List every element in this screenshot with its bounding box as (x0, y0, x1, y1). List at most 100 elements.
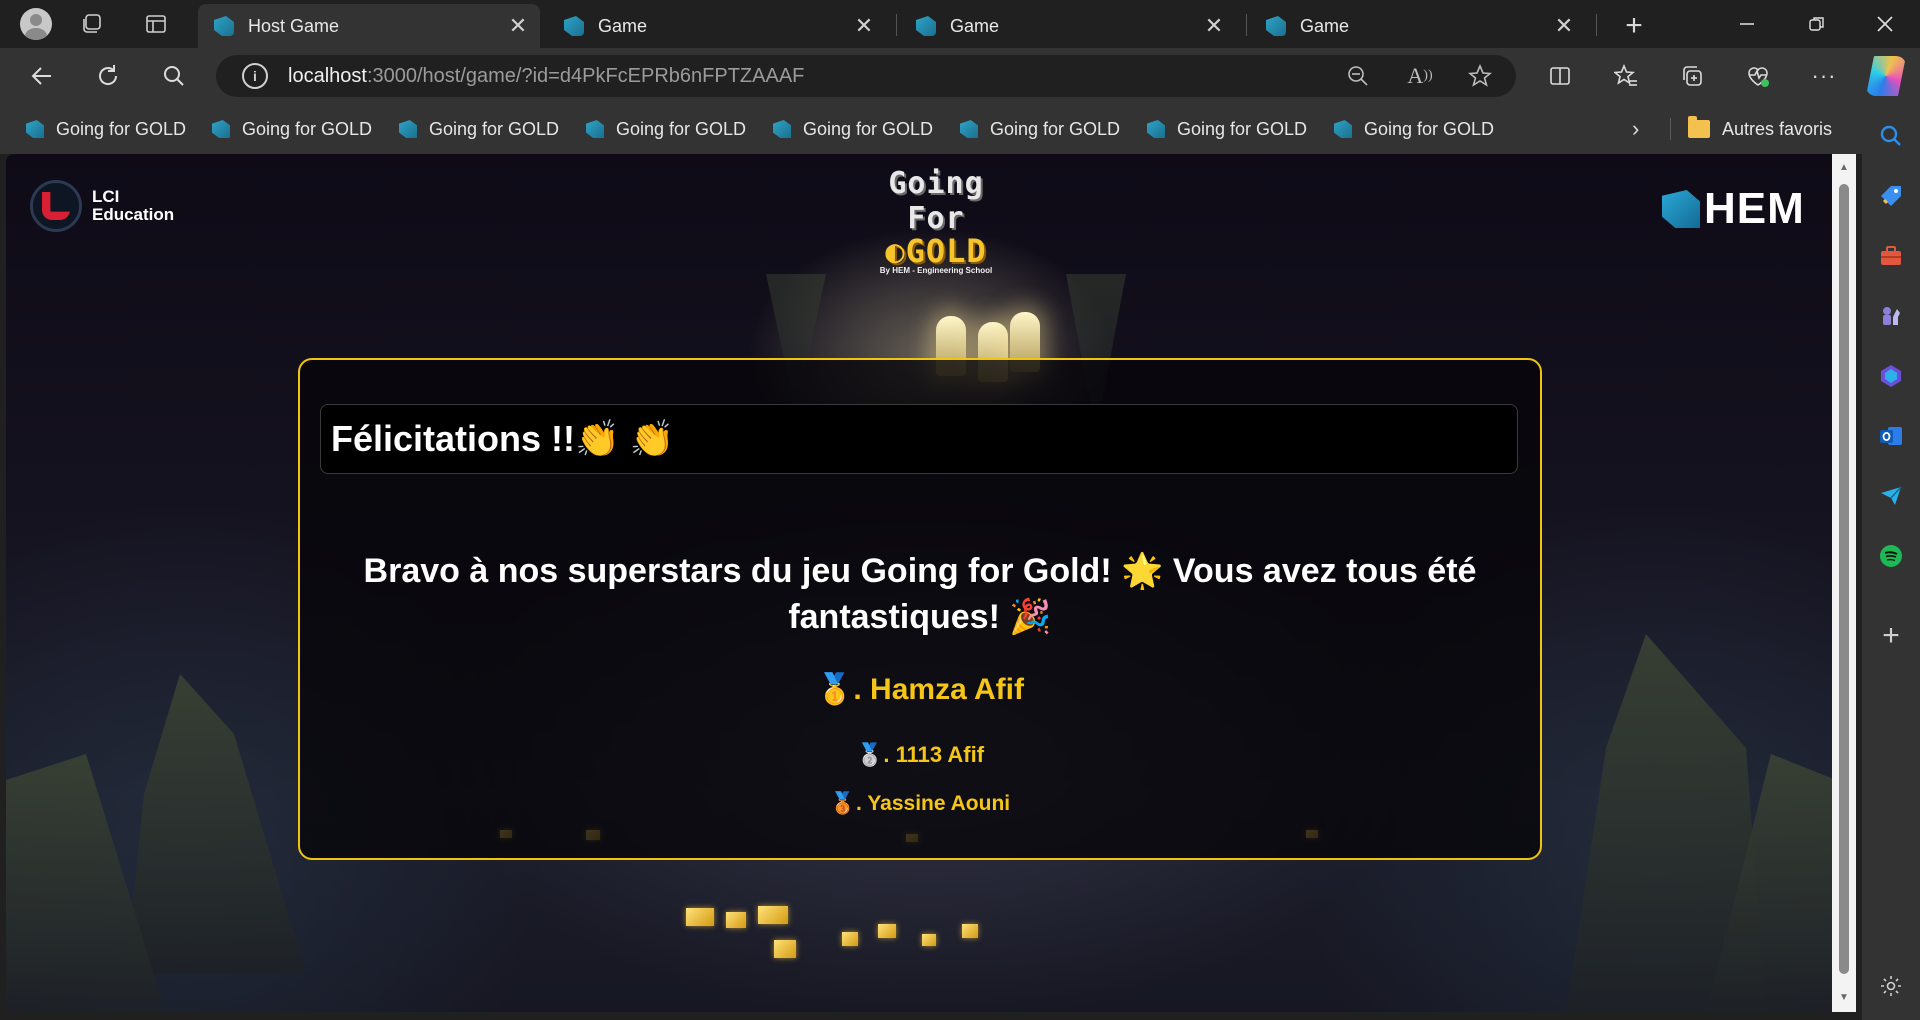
zoom-out-icon[interactable] (1338, 55, 1378, 97)
favorite-item[interactable]: Going for GOLD (399, 116, 559, 142)
gold-nugget (922, 934, 936, 946)
more-options-icon[interactable]: ··· (1804, 56, 1844, 96)
favorites-bar: Going for GOLD Going for GOLD Going for … (0, 104, 1920, 154)
card-message: Bravo à nos superstars du jeu Going for … (363, 552, 1477, 636)
minimize-button[interactable] (1712, 0, 1782, 48)
tab-game-2[interactable]: Game ✕ (900, 4, 1236, 48)
gold-nugget (774, 940, 796, 958)
favorite-item[interactable]: Going for GOLD (960, 116, 1120, 142)
favorite-item[interactable]: Going for GOLD (1334, 116, 1494, 142)
new-tab-button[interactable]: + (1612, 4, 1656, 48)
other-favorites-folder[interactable]: Autres favoris (1688, 116, 1832, 142)
profile-avatar-icon (20, 8, 52, 40)
tools-briefcase-icon[interactable] (1871, 236, 1911, 276)
gold-medal-icon: 🥇 (816, 673, 854, 706)
shopping-tag-icon[interactable] (1871, 176, 1911, 216)
lci-mark-icon (30, 180, 82, 232)
tab-game-3[interactable]: Game ✕ (1250, 4, 1586, 48)
address-url[interactable]: localhost:3000/host/game/?id=d4PkFcEPRb6… (288, 65, 804, 88)
favorite-item[interactable]: Going for GOLD (212, 116, 372, 142)
tab-close-icon[interactable]: ✕ (1204, 13, 1224, 39)
winner-name: . Hamza Afif (853, 673, 1024, 706)
address-bar[interactable]: i localhost:3000/host/game/?id=d4PkFcEPR… (216, 55, 1516, 97)
winner-name: . 1113 Afif (883, 742, 985, 767)
collections-icon[interactable] (1672, 56, 1712, 96)
favorite-item[interactable]: Going for GOLD (773, 116, 933, 142)
sidebar-settings-gear-icon[interactable] (1871, 966, 1911, 1006)
read-aloud-icon[interactable]: A)) (1400, 55, 1440, 97)
going-for-gold-favicon-icon (214, 16, 234, 36)
tab-separator (1596, 14, 1597, 36)
favorites-icon[interactable] (1606, 56, 1646, 96)
split-screen-icon[interactable] (1540, 56, 1580, 96)
tab-close-icon[interactable]: ✕ (1554, 13, 1574, 39)
going-for-gold-favicon-icon (916, 16, 936, 36)
scrollbar-thumb[interactable] (1839, 184, 1849, 974)
refresh-button[interactable] (88, 56, 128, 96)
tab-title: Game (1300, 15, 1350, 36)
gold-nugget (842, 932, 858, 946)
winner-name: . Yassine Aouni (856, 792, 1011, 815)
back-button[interactable] (22, 56, 62, 96)
favorite-item[interactable]: Going for GOLD (1147, 116, 1307, 142)
tab-close-icon[interactable]: ✕ (508, 13, 528, 39)
vertical-tabs-icon[interactable] (132, 0, 180, 48)
outlook-icon[interactable] (1871, 416, 1911, 456)
restore-button[interactable] (1782, 0, 1852, 48)
navigation-toolbar: i localhost:3000/host/game/?id=d4PkFcEPR… (0, 48, 1920, 104)
going-for-gold-favicon-icon (1266, 16, 1286, 36)
workspaces-icon[interactable] (68, 0, 116, 48)
rock-formation (126, 674, 306, 974)
tab-game-1[interactable]: Game ✕ (548, 4, 886, 48)
going-for-gold-favicon-icon (960, 120, 978, 138)
tab-strip: Host Game ✕ Game ✕ Game ✕ Game ✕ + (0, 0, 1920, 48)
tab-host-game[interactable]: Host Game ✕ (198, 4, 540, 48)
games-chess-icon[interactable] (1871, 296, 1911, 336)
gfg-logo-gold: ◐GOLD (885, 232, 987, 270)
going-for-gold-favicon-icon (1147, 120, 1165, 138)
page-viewport: LCI Education Going For ◐GOLD By HEM - E… (6, 154, 1832, 1012)
tab-separator (896, 14, 897, 36)
profile-button[interactable] (12, 0, 60, 48)
gold-nugget (962, 924, 978, 938)
favorite-star-icon[interactable] (1460, 55, 1500, 97)
scroll-up-arrow-icon[interactable]: ▲ (1837, 162, 1851, 173)
going-for-gold-favicon-icon (26, 120, 44, 138)
hem-logo: HEM (1662, 184, 1805, 234)
folder-icon (1688, 116, 1710, 138)
gold-nugget (686, 908, 714, 926)
tab-title: Host Game (248, 15, 340, 36)
hem-logo-text: HEM (1704, 184, 1805, 233)
gfg-logo-subtitle: By HEM - Engineering School (879, 266, 993, 275)
going-for-gold-favicon-icon (564, 16, 584, 36)
gold-nugget (726, 912, 746, 928)
page-scrollbar[interactable]: ▲ ▼ (1832, 154, 1856, 1012)
search-icon[interactable] (154, 56, 194, 96)
microsoft-365-icon[interactable] (1871, 356, 1911, 396)
tab-title: Game (598, 15, 648, 36)
going-for-gold-logo: Going For ◐GOLD By HEM - Engineering Sch… (851, 166, 1021, 275)
sidebar-search-icon[interactable] (1871, 116, 1911, 156)
drop-send-icon[interactable] (1871, 476, 1911, 516)
going-for-gold-favicon-icon (399, 120, 417, 138)
favorite-item[interactable]: Going for GOLD (26, 116, 186, 142)
tab-close-icon[interactable]: ✕ (854, 13, 874, 39)
spotify-icon[interactable] (1871, 536, 1911, 576)
bronze-medal-icon: 🥉 (829, 792, 857, 815)
going-for-gold-favicon-icon (1334, 120, 1352, 138)
gold-nugget (758, 906, 788, 924)
winner-second-place: 🥈. 1113 Afif (300, 742, 1540, 768)
winner-third-place: 🥉. Yassine Aouni (300, 792, 1540, 816)
add-sidebar-app-icon[interactable]: + (1871, 616, 1911, 656)
silver-medal-icon: 🥈 (855, 742, 884, 767)
card-header: Félicitations !!👏 👏 (320, 404, 1518, 474)
more-favorites-chevron-icon[interactable]: › (1632, 116, 1639, 142)
site-info-icon[interactable]: i (242, 63, 268, 89)
tab-separator (1246, 14, 1247, 36)
lci-education-logo: LCI Education (30, 180, 174, 232)
scroll-down-arrow-icon[interactable]: ▼ (1837, 992, 1851, 1003)
going-for-gold-favicon-icon (773, 120, 791, 138)
close-window-button[interactable] (1850, 0, 1920, 48)
favorite-item[interactable]: Going for GOLD (586, 116, 746, 142)
browser-essentials-icon[interactable] (1738, 56, 1778, 96)
